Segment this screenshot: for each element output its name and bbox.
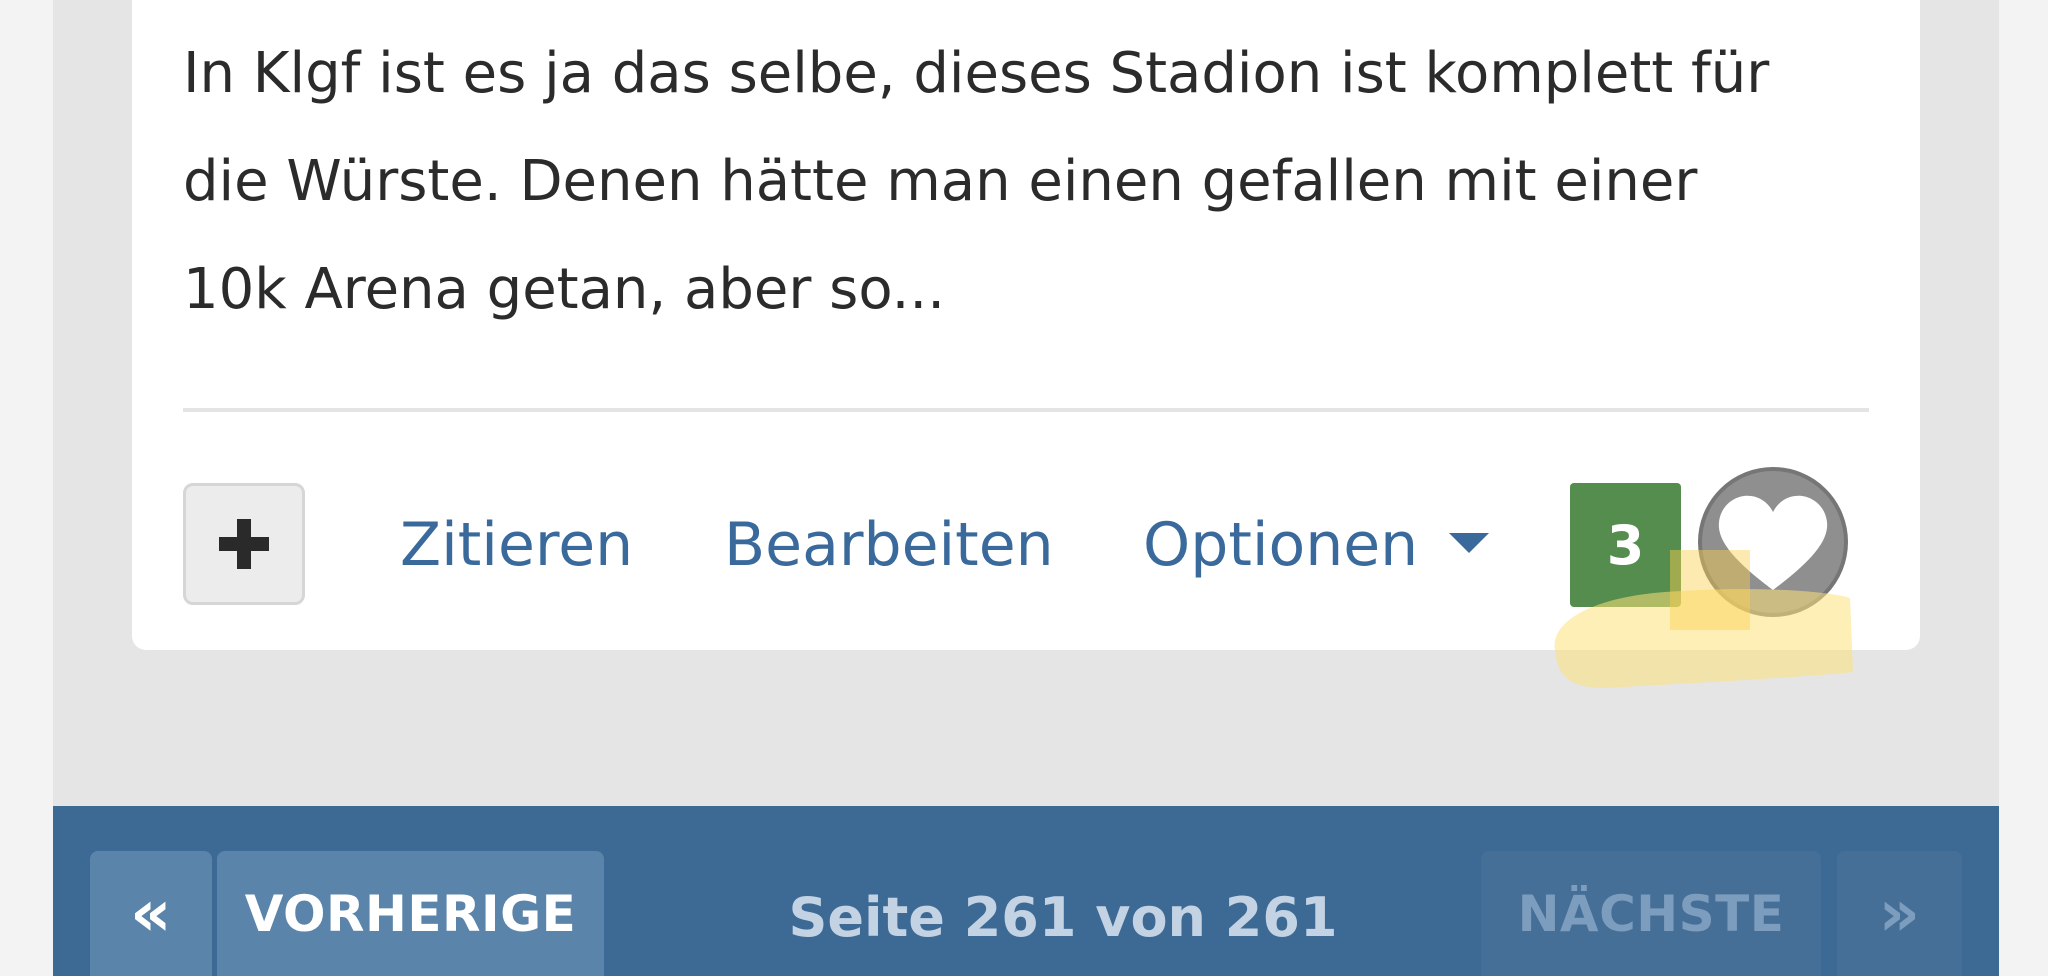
page: In Klgf ist es ja das selbe, dieses Stad… [0,0,2048,976]
prev-page-label: VORHERIGE [244,884,577,943]
edit-link[interactable]: Bearbeiten [724,505,1054,585]
multiquote-button[interactable] [183,483,305,605]
double-chevron-left-icon: « [130,876,172,951]
prev-page-button[interactable]: VORHERIGE [217,851,604,976]
page-indicator: Seite 261 von 261 [788,886,1338,949]
next-page-label: NÄCHSTE [1517,884,1785,943]
double-chevron-right-icon: » [1878,876,1921,951]
options-dropdown[interactable]: Optionen [1143,505,1418,585]
quote-link[interactable]: Zitieren [400,505,633,585]
caret-down-icon[interactable] [1447,531,1491,555]
next-page-button[interactable]: NÄCHSTE [1481,851,1821,976]
pagination-bar: « VORHERIGE Seite 261 von 261 NÄCHSTE » [53,806,1999,976]
highlighter-mark [1554,550,1853,688]
last-page-button[interactable]: » [1837,851,1962,976]
post-body-text: In Klgf ist es ja das selbe, dieses Stad… [183,41,1770,322]
post-divider [183,408,1869,412]
first-page-button[interactable]: « [90,851,212,976]
plus-icon [219,519,269,569]
